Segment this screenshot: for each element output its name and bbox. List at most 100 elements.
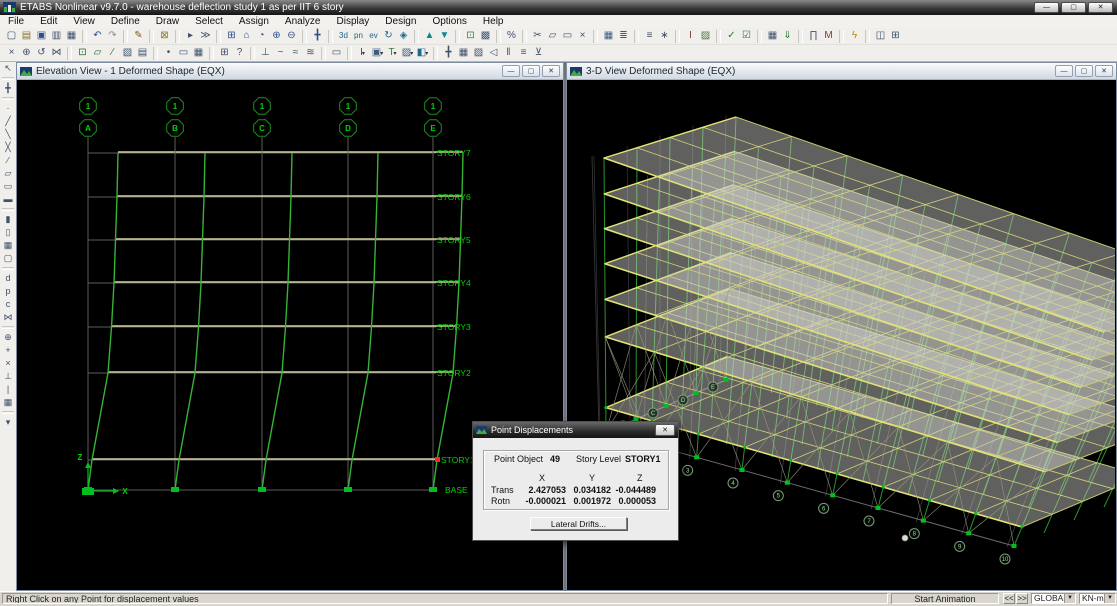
check-model-icon[interactable]: ✓ (725, 29, 738, 43)
more-tools-icon[interactable]: ▾ (1, 416, 15, 429)
run-quick-icon[interactable]: ϟ (848, 29, 861, 43)
list-results-icon[interactable]: ≡ (517, 46, 530, 60)
print-icon[interactable]: ▥ (50, 29, 63, 43)
draw-frame-tool-icon[interactable]: ╱ (1, 115, 15, 128)
show-deformed-icon[interactable]: ~ (274, 46, 287, 60)
menu-file[interactable]: File (0, 15, 32, 28)
redo-icon[interactable]: ↷ (106, 29, 119, 43)
lock-model-icon[interactable]: ⊠ (158, 29, 171, 43)
three-d-minimize-button[interactable]: — (1055, 65, 1073, 77)
snap-joints-icon[interactable]: ⊕ (1, 331, 15, 344)
drift-p-icon[interactable]: p (1, 285, 15, 298)
menu-display[interactable]: Display (329, 15, 378, 28)
dropdown-arrow-icon[interactable]: ▾ (380, 51, 383, 57)
rubberband-zoom-icon[interactable]: ⊞ (225, 29, 238, 43)
quick-wall-icon[interactable]: ▯ (1, 226, 15, 239)
menu-analyze[interactable]: Analyze (277, 15, 329, 28)
menu-select[interactable]: Select (187, 15, 231, 28)
zoom-in-icon[interactable]: ⊕ (270, 29, 283, 43)
show-forces-icon[interactable]: ≋ (304, 46, 317, 60)
quick-secondary-icon[interactable]: ∕ (1, 154, 15, 167)
rotate-selection-icon[interactable]: ↺ (35, 46, 48, 60)
coord-system-dropdown[interactable]: GLOBAL ▼ (1031, 593, 1076, 604)
draw-wall-icon[interactable]: ▮ (1, 213, 15, 226)
snap-intersections-icon[interactable]: × (1, 357, 15, 370)
snap-grid-icon[interactable]: ▦ (1, 396, 15, 409)
align-points-icon[interactable]: ≡ (643, 29, 656, 43)
deselect-icon[interactable]: × (5, 46, 18, 60)
area-sections-combo[interactable]: ▣▾ (371, 46, 384, 60)
paste-icon[interactable]: ▭ (561, 29, 574, 43)
drift-a-icon[interactable]: d (1, 272, 15, 285)
shrink-objects-icon[interactable]: ⊡ (464, 29, 477, 43)
delete-icon[interactable]: × (576, 29, 589, 43)
named-views-combo[interactable]: ◧▾ (416, 46, 429, 60)
dialog-titlebar[interactable]: Point Displacements (473, 422, 678, 438)
elevation-restore-button[interactable]: ▢ (522, 65, 540, 77)
cut-icon[interactable]: ✂ (531, 29, 544, 43)
snap-options-icon[interactable]: ⊞ (218, 46, 231, 60)
dimension-line-icon[interactable]: ⋈ (1, 311, 15, 324)
edit-pencil-icon[interactable]: ✎ (132, 29, 145, 43)
menu-edit[interactable]: Edit (32, 15, 65, 28)
zoom-out-icon[interactable]: ⊖ (285, 29, 298, 43)
groups-combo[interactable]: ▨▾ (401, 46, 414, 60)
run-analysis-icon[interactable]: ▸ (184, 29, 197, 43)
select-line-icon[interactable]: ∕ (106, 46, 119, 60)
quick-frame-icon[interactable]: ╲ (1, 128, 15, 141)
run-options-icon[interactable]: ≫ (199, 29, 212, 43)
copy-icon[interactable]: ▱ (546, 29, 559, 43)
units-dropdown[interactable]: KN-mm ▼ (1079, 593, 1116, 604)
edit-grid-icon[interactable]: ▦ (602, 29, 615, 43)
show-mode-icon[interactable]: ≈ (289, 46, 302, 60)
elevation-window-titlebar[interactable]: Elevation View - 1 Deformed Shape (EQX) … (17, 63, 563, 80)
elevation-minimize-button[interactable]: — (502, 65, 520, 77)
section-designer-icon[interactable]: M (822, 29, 835, 43)
maximize-button[interactable]: ▢ (1061, 2, 1086, 13)
dropdown-arrow-icon[interactable]: ▾ (425, 51, 428, 57)
frame-sections-combo[interactable]: I▾ (356, 46, 369, 60)
pan-icon[interactable]: ╋ (311, 29, 324, 43)
frame-shape-icon[interactable]: ∏ (807, 29, 820, 43)
menu-view[interactable]: View (65, 15, 103, 28)
minimize-button[interactable]: — (1034, 2, 1059, 13)
show-areas-icon[interactable]: ▨ (472, 46, 485, 60)
elevation-close-button[interactable]: ✕ (542, 65, 560, 77)
new-model-icon[interactable]: ▢ (5, 29, 18, 43)
dropdown-arrow-icon[interactable]: ▾ (394, 51, 397, 57)
snap-perpendicular-icon[interactable]: ⊥ (1, 370, 15, 383)
menu-design[interactable]: Design (377, 15, 424, 28)
menu-assign[interactable]: Assign (231, 15, 277, 28)
design-concrete-icon[interactable]: ◫ (874, 29, 887, 43)
quick-area-icon[interactable]: ▭ (1, 180, 15, 193)
edit-story-icon[interactable]: ≣ (617, 29, 630, 43)
design-steel-icon[interactable]: ⊞ (889, 29, 902, 43)
draw-area-tool-icon[interactable]: ▱ (1, 167, 15, 180)
dialog-close-button[interactable]: ✕ (655, 424, 675, 436)
pause-icon[interactable]: ‖ (502, 46, 515, 60)
assign-shell-icon[interactable]: ▨ (699, 29, 712, 43)
start-animation-button[interactable]: Start Animation (891, 593, 999, 604)
overwrite-icon[interactable]: ⊻ (532, 46, 545, 60)
select-assign-icon[interactable]: ☑ (740, 29, 753, 43)
select-poly-icon[interactable]: ▱ (91, 46, 104, 60)
three-d-restore-button[interactable]: ▢ (1075, 65, 1093, 77)
merge-points-icon[interactable]: ∗ (658, 29, 671, 43)
pointer-icon[interactable]: ↖ (1, 62, 15, 75)
select-story-icon[interactable]: ▤ (136, 46, 149, 60)
show-sections-icon[interactable]: ◁ (487, 46, 500, 60)
next-step-button[interactable]: >> (1016, 593, 1028, 604)
three-d-close-button[interactable]: ✕ (1095, 65, 1113, 77)
down-one-story-icon[interactable]: ▼ (438, 29, 451, 43)
select-window-icon[interactable]: ⊡ (76, 46, 89, 60)
menu-options[interactable]: Options (424, 15, 474, 28)
view-3d-icon[interactable]: 3d (337, 29, 350, 43)
drift-c-icon[interactable]: c (1, 298, 15, 311)
previous-zoom-icon[interactable]: ◔ (255, 29, 268, 43)
draw-joint-tool-icon[interactable]: · (1, 102, 15, 115)
menu-define[interactable]: Define (103, 15, 148, 28)
display-tables-icon[interactable]: ▭ (330, 46, 343, 60)
assign-frame-icon[interactable]: I (684, 29, 697, 43)
lateral-drifts-button[interactable]: Lateral Drifts... (530, 517, 627, 530)
three-d-window-titlebar[interactable]: 3-D View Deformed Shape (EQX) — ▢ ✕ (567, 63, 1116, 80)
